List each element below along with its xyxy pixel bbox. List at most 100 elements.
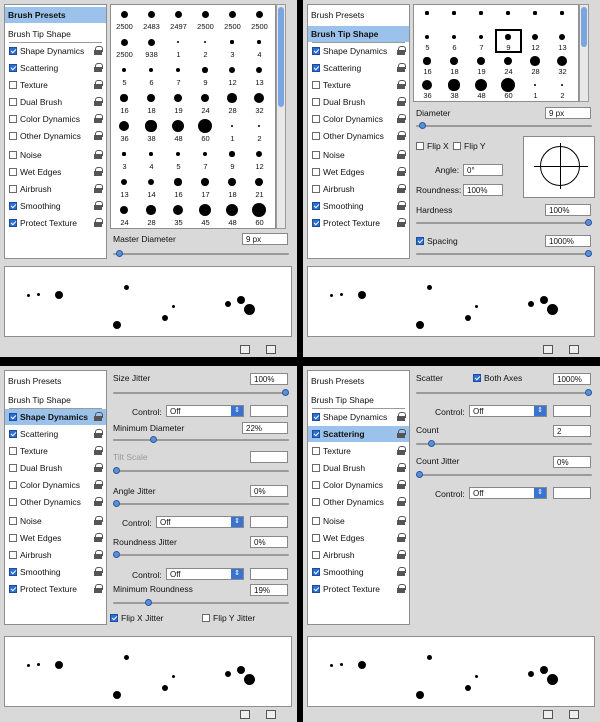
sidebar-item-protect-texture[interactable]: Protect Texture <box>5 581 106 597</box>
tip-cell[interactable]: 13 <box>549 29 576 53</box>
lock-icon[interactable] <box>397 80 406 89</box>
hardness-slider[interactable] <box>416 219 592 227</box>
sidebar-item-color-dynamics[interactable]: Color Dynamics <box>308 111 409 127</box>
sidebar-item-color-dynamics[interactable]: Color Dynamics <box>5 111 106 127</box>
angle-field[interactable]: 0° <box>463 164 503 176</box>
sidebar-item-other-dynamics[interactable]: Other Dynamics <box>5 494 106 510</box>
min-roundness-field[interactable]: 19% <box>250 584 288 596</box>
preset-cell[interactable]: 7 <box>165 61 192 89</box>
lock-icon[interactable] <box>94 167 103 176</box>
lock-icon[interactable] <box>94 516 103 525</box>
sidebar-item-texture[interactable]: Texture <box>5 77 106 93</box>
preset-cell[interactable]: 3 <box>219 33 246 61</box>
size-jitter-field[interactable]: 100% <box>250 373 288 385</box>
size-control-extra[interactable] <box>250 405 288 417</box>
preset-cell[interactable]: 38 <box>138 117 165 145</box>
lock-icon[interactable] <box>94 463 103 472</box>
sidebar-item-texture[interactable]: Texture <box>5 443 106 459</box>
protect-texture-checkbox[interactable] <box>9 585 17 593</box>
sidebar-item-airbrush[interactable]: Airbrush <box>308 181 409 197</box>
lock-icon[interactable] <box>94 46 103 55</box>
preset-cell[interactable]: 32 <box>246 89 273 117</box>
smoothing-checkbox[interactable] <box>9 202 17 210</box>
shape-dynamics-checkbox[interactable] <box>9 47 17 55</box>
count-control-extra[interactable] <box>553 487 591 499</box>
preset-cell[interactable]: 7 <box>192 145 219 173</box>
tip-cell[interactable]: 1 <box>522 77 549 101</box>
lock-icon[interactable] <box>94 63 103 72</box>
preset-cell[interactable]: 2483 <box>138 5 165 33</box>
master-diameter-field[interactable]: 9 px <box>242 233 288 245</box>
flip-y-jitter-checkbox-box[interactable] <box>202 614 210 622</box>
preset-cell[interactable]: 2 <box>246 117 273 145</box>
wet-edges-checkbox[interactable] <box>9 534 17 542</box>
scroll-thumb[interactable] <box>278 7 284 107</box>
sidebar-item-noise[interactable]: Noise <box>5 147 106 163</box>
sidebar-item-other-dynamics[interactable]: Other Dynamics <box>5 128 106 144</box>
flip-x-checkbox[interactable]: Flip X <box>416 141 449 151</box>
new-preset-icon[interactable] <box>240 710 250 719</box>
sidebar-item-brush-presets[interactable]: Brush Presets <box>308 7 409 23</box>
airbrush-checkbox[interactable] <box>312 185 320 193</box>
grid-scrollbar[interactable] <box>276 4 286 229</box>
sidebar-item-scattering[interactable]: Scattering <box>5 60 106 76</box>
tip-cell[interactable] <box>468 5 495 29</box>
sidebar-item-smoothing[interactable]: Smoothing <box>308 198 409 214</box>
hardness-slider-thumb[interactable] <box>585 219 592 226</box>
sidebar-item-color-dynamics[interactable]: Color Dynamics <box>308 477 409 493</box>
sidebar-item-wet-edges[interactable]: Wet Edges <box>308 164 409 180</box>
lock-icon[interactable] <box>397 463 406 472</box>
angle-control-extra[interactable] <box>250 516 288 528</box>
sidebar-item-scattering[interactable]: Scattering <box>5 426 106 442</box>
preset-cell[interactable]: 2500 <box>246 5 273 33</box>
tip-cell[interactable]: 18 <box>441 53 468 77</box>
size-jitter-slider[interactable] <box>113 389 289 397</box>
min-roundness-slider[interactable] <box>113 599 289 607</box>
tip-cell[interactable]: 9 <box>495 29 522 53</box>
lock-icon[interactable] <box>94 567 103 576</box>
angle-roundness-widget[interactable] <box>523 136 595 198</box>
dual-brush-checkbox[interactable] <box>312 464 320 472</box>
preset-cell[interactable]: 45 <box>192 201 219 229</box>
tip-cell[interactable]: 38 <box>441 77 468 101</box>
sidebar-item-wet-edges[interactable]: Wet Edges <box>5 530 106 546</box>
preset-cell[interactable]: 48 <box>219 201 246 229</box>
lock-icon[interactable] <box>94 480 103 489</box>
sidebar-item-shape-dynamics[interactable]: Shape Dynamics <box>308 43 409 59</box>
shape-dynamics-checkbox[interactable] <box>312 47 320 55</box>
spacing-checkbox-box[interactable] <box>416 237 424 245</box>
other-dynamics-checkbox[interactable] <box>9 132 17 140</box>
lock-icon[interactable] <box>397 516 406 525</box>
other-dynamics-checkbox[interactable] <box>9 498 17 506</box>
preset-cell[interactable]: 2500 <box>111 33 138 61</box>
color-dynamics-checkbox[interactable] <box>312 481 320 489</box>
lock-icon[interactable] <box>397 97 406 106</box>
color-dynamics-checkbox[interactable] <box>9 481 17 489</box>
sidebar-item-airbrush[interactable]: Airbrush <box>5 181 106 197</box>
both-axes-checkbox[interactable]: Both Axes <box>473 373 522 383</box>
lock-icon[interactable] <box>397 497 406 506</box>
preset-cell[interactable]: 24 <box>111 201 138 229</box>
tilt-scale-slider-thumb[interactable] <box>113 467 120 474</box>
sidebar-item-shape-dynamics[interactable]: Shape Dynamics <box>5 43 106 59</box>
lock-icon[interactable] <box>94 131 103 140</box>
sidebar-item-wet-edges[interactable]: Wet Edges <box>308 530 409 546</box>
preset-cell[interactable]: 2500 <box>111 5 138 33</box>
preset-cell[interactable]: 13 <box>246 61 273 89</box>
wet-edges-checkbox[interactable] <box>312 168 320 176</box>
spacing-field[interactable]: 1000% <box>545 235 591 247</box>
diameter-field[interactable]: 9 px <box>545 107 591 119</box>
smoothing-checkbox[interactable] <box>312 202 320 210</box>
lock-icon[interactable] <box>94 446 103 455</box>
scatter-slider[interactable] <box>416 389 592 397</box>
min-roundness-slider-thumb[interactable] <box>145 599 152 606</box>
min-diameter-slider-thumb[interactable] <box>150 436 157 443</box>
sidebar-item-brush-presets[interactable]: Brush Presets <box>5 7 106 23</box>
lock-icon[interactable] <box>397 429 406 438</box>
noise-checkbox[interactable] <box>312 151 320 159</box>
diameter-slider-thumb[interactable] <box>419 122 426 129</box>
size-control-dropdown[interactable]: Off ⇕ <box>166 405 244 417</box>
tip-cell[interactable]: 2 <box>549 77 576 101</box>
airbrush-checkbox[interactable] <box>312 551 320 559</box>
sidebar-item-dual-brush[interactable]: Dual Brush <box>5 94 106 110</box>
